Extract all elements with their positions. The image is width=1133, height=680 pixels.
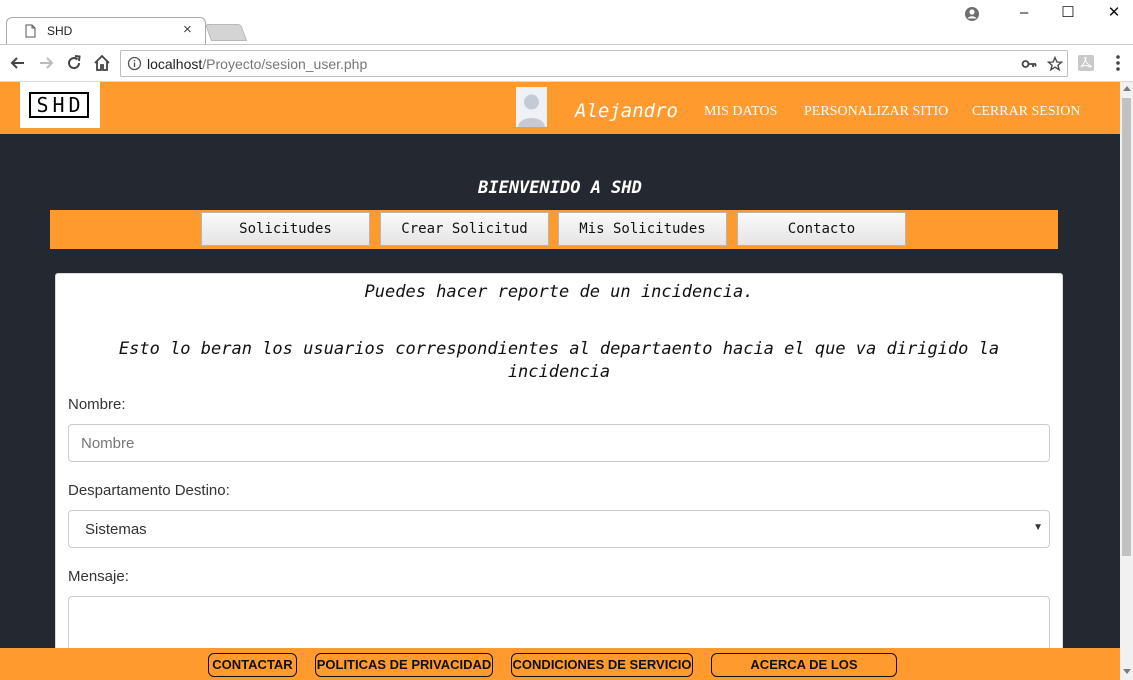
menu-crear-solicitud-button[interactable]: Crear Solicitud: [380, 212, 549, 246]
address-bar[interactable]: localhost/Proyecto/sesion_user.php: [120, 50, 1068, 77]
departamento-selected-value: Sistemas: [85, 521, 147, 538]
key-icon[interactable]: [1021, 56, 1037, 72]
scroll-up-arrow[interactable]: [1123, 86, 1131, 91]
tab-close-icon[interactable]: ×: [183, 21, 192, 39]
close-window-button[interactable]: ✕: [1102, 2, 1126, 24]
home-icon[interactable]: [92, 53, 112, 73]
avatar-icon[interactable]: [516, 87, 547, 127]
reload-icon[interactable]: [64, 53, 84, 73]
main-menu: Solicitudes Crear Solicitud Mis Solicitu…: [50, 210, 1058, 249]
departamento-label: Despartamento Destino:: [68, 482, 230, 499]
site-header: SHD Alejandro MIS DATOS PERSONALIZAR SIT…: [0, 82, 1120, 134]
footer-condiciones-button[interactable]: CONDICIONES DE SERVICIO: [511, 653, 693, 677]
page-scrollbar[interactable]: [1120, 82, 1133, 680]
menu-mis-solicitudes-button[interactable]: Mis Solicitudes: [558, 212, 727, 246]
scroll-thumb[interactable]: [1122, 98, 1131, 556]
menu-icon[interactable]: [1110, 53, 1126, 73]
nav-personalizar-sitio[interactable]: PERSONALIZAR SITIO: [804, 104, 948, 120]
menu-solicitudes-button[interactable]: Solicitudes: [201, 212, 370, 246]
nombre-label: Nombre:: [68, 396, 126, 413]
account-icon[interactable]: [962, 4, 982, 24]
incident-form-card: Puedes hacer reporte de un incidencia. E…: [55, 273, 1063, 680]
minimize-button[interactable]: –: [1012, 2, 1036, 24]
departamento-select[interactable]: Sistemas ▼: [68, 510, 1050, 548]
mensaje-label: Mensaje:: [68, 568, 129, 585]
nav-cerrar-sesion[interactable]: CERRAR SESION: [972, 104, 1081, 120]
forward-icon[interactable]: [36, 53, 56, 73]
url-path: /Proyecto/sesion_user.php: [202, 56, 368, 72]
tab-title: SHD: [47, 24, 73, 38]
nav-mis-datos[interactable]: MIS DATOS: [704, 104, 777, 120]
browser-tabstrip: SHD × – ☐ ✕: [0, 0, 1133, 45]
footer-contactar-button[interactable]: CONTACTAR: [208, 653, 297, 677]
url-host: localhost: [147, 56, 203, 72]
info-icon[interactable]: [127, 56, 142, 71]
site-footer: CONTACTAR POLITICAS DE PRIVACIDAD CONDIC…: [0, 648, 1120, 680]
browser-tab[interactable]: SHD ×: [6, 17, 206, 45]
chevron-down-icon: ▼: [1033, 522, 1043, 533]
page-viewport: SHD Alejandro MIS DATOS PERSONALIZAR SIT…: [0, 82, 1133, 680]
url-text: localhost/Proyecto/sesion_user.php: [147, 56, 367, 72]
user-name: Alejandro: [575, 100, 678, 122]
nombre-input[interactable]: [68, 424, 1050, 462]
logo-text: SHD: [29, 92, 89, 118]
form-intro-description: Esto lo beran los usuarios correspondien…: [118, 339, 1000, 382]
form-intro-title: Puedes hacer reporte de un incidencia.: [364, 282, 754, 302]
scroll-down-arrow[interactable]: [1123, 669, 1131, 674]
browser-toolbar: localhost/Proyecto/sesion_user.php: [0, 44, 1133, 82]
logo[interactable]: SHD: [20, 82, 100, 128]
back-icon[interactable]: [8, 53, 28, 73]
avatar-silhouette: [516, 87, 547, 127]
footer-acerca-button[interactable]: ACERCA DE LOS CREADORES: [711, 653, 897, 680]
welcome-title: BIENVENIDO A SHD: [478, 178, 642, 198]
maximize-button[interactable]: ☐: [1056, 2, 1080, 24]
star-icon[interactable]: [1047, 56, 1063, 72]
new-tab-button[interactable]: [204, 24, 248, 41]
menu-contacto-button[interactable]: Contacto: [737, 212, 906, 246]
document-icon: [25, 24, 36, 38]
footer-politicas-button[interactable]: POLITICAS DE PRIVACIDAD: [315, 653, 493, 677]
pdf-extension-icon[interactable]: [1077, 54, 1095, 72]
